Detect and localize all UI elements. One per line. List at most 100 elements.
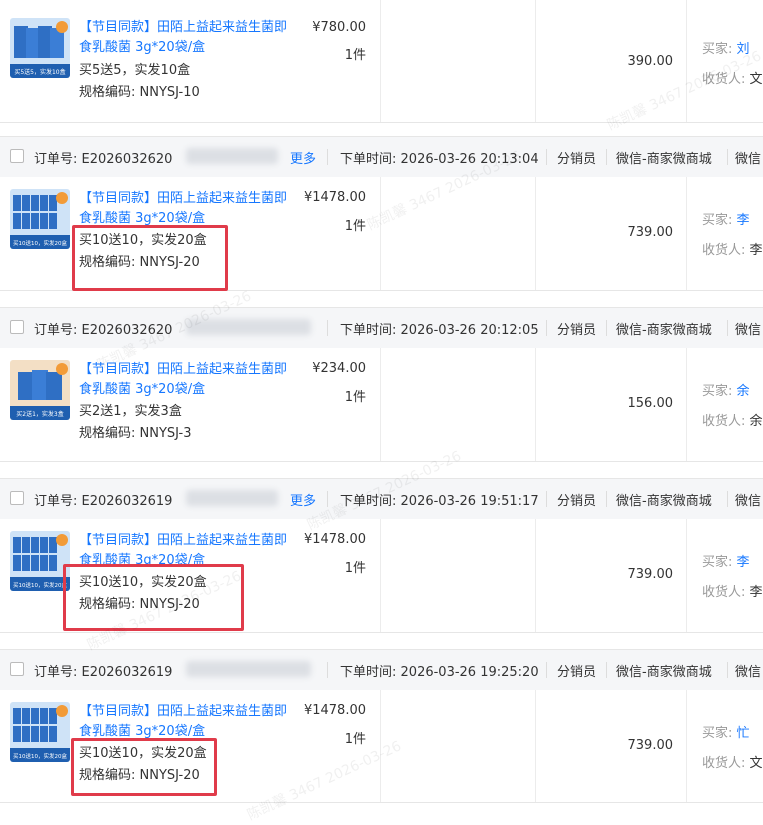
separator — [546, 491, 547, 507]
product-thumbnail[interactable]: 买2送1，实发3盒 — [10, 360, 70, 420]
quantity: 1件 — [344, 48, 366, 63]
buyer-link[interactable]: 余 — [737, 384, 750, 399]
order-header: 订单号: E2026032620 更多 下单时间: 2026-03-26 20:… — [0, 136, 763, 178]
separator — [727, 491, 728, 507]
more-link[interactable]: 更多 — [290, 490, 316, 509]
highlight-box — [72, 225, 228, 291]
product-image-icon: 买10送10，实发20盒 — [10, 189, 70, 249]
receiver-info: 收货人: 李 — [702, 243, 763, 258]
quantity: 1件 — [344, 561, 366, 576]
buyer-info: 买家: 刘 — [702, 42, 750, 57]
unit-price: ¥234.00 — [312, 361, 366, 376]
column-divider — [686, 177, 687, 290]
separator — [546, 662, 547, 678]
separator — [606, 491, 607, 507]
order-number: 订单号: E2026032620 — [34, 323, 173, 338]
order-header: 订单号: E2026032619 更多 下单时间: 2026-03-26 19:… — [0, 478, 763, 520]
product-thumbnail[interactable]: 买5送5，实发10盒 — [10, 18, 70, 78]
separator — [327, 491, 328, 507]
order-number: 订单号: E2026032619 — [34, 494, 173, 509]
column-divider — [535, 0, 536, 122]
quantity: 1件 — [344, 390, 366, 405]
separator — [727, 149, 728, 165]
order-amount: 739.00 — [627, 738, 674, 753]
order-body: 买10送10，实发20盒 【节目同款】田陌上益起来益生菌即食乳酸菌 3g*20袋… — [0, 519, 763, 633]
channel-label: 微信-商家微商城 — [616, 494, 712, 509]
order-body: 买10送10，实发20盒 【节目同款】田陌上益起来益生菌即食乳酸菌 3g*20袋… — [0, 690, 763, 803]
order-header: 订单号: E2026032619 下单时间: 2026-03-26 19:25:… — [0, 649, 763, 691]
order-checkbox[interactable] — [10, 491, 24, 505]
order-list: 买5送5，实发10盒 【节目同款】田陌上益起来益生菌即食乳酸菌 3g*20袋/盒… — [0, 0, 763, 824]
thumb-badge: 买5送5，实发10盒 — [14, 68, 65, 76]
product-thumbnail[interactable]: 买10送10，实发20盒 — [10, 189, 70, 249]
quantity: 1件 — [344, 219, 366, 234]
distributor-label: 分销员 — [557, 665, 597, 680]
buyer-link[interactable]: 李 — [737, 213, 750, 228]
buyer-info: 买家: 李 — [702, 213, 750, 228]
separator — [606, 662, 607, 678]
channel-label: 微信-商家微商城 — [616, 323, 712, 338]
separator — [606, 149, 607, 165]
channel-label: 微信-商家微商城 — [616, 152, 712, 167]
order-time: 下单时间: 2026-03-26 20:13:04 — [340, 152, 539, 167]
buyer-link[interactable]: 刘 — [737, 42, 750, 57]
product-image-icon: 买10送10，实发20盒 — [10, 531, 70, 591]
product-title-link[interactable]: 【节目同款】田陌上益起来益生菌即食乳酸菌 3g*20袋/盒 — [79, 189, 294, 229]
order-amount: 156.00 — [627, 396, 674, 411]
order-body: 买10送10，实发20盒 【节目同款】田陌上益起来益生菌即食乳酸菌 3g*20袋… — [0, 177, 763, 291]
order-time: 下单时间: 2026-03-26 19:25:20 — [340, 665, 539, 680]
distributor-label: 分销员 — [557, 494, 597, 509]
separator — [327, 320, 328, 336]
product-image-icon: 买2送1，实发3盒 — [10, 360, 70, 420]
receiver-info: 收货人: 余 — [702, 414, 763, 429]
order-amount: 739.00 — [627, 567, 674, 582]
order-time: 下单时间: 2026-03-26 20:12:05 — [340, 323, 539, 338]
buyer-link[interactable]: 李 — [737, 555, 750, 570]
order-checkbox[interactable] — [10, 320, 24, 334]
separator — [546, 149, 547, 165]
product-image-icon: 买10送10，实发20盒 — [10, 702, 70, 762]
order-time: 下单时间: 2026-03-26 19:51:17 — [340, 494, 539, 509]
product-thumbnail[interactable]: 买10送10，实发20盒 — [10, 531, 70, 591]
spec-code: 规格编码: NNYSJ-3 — [79, 426, 192, 441]
redacted-text — [186, 490, 278, 506]
receiver-info: 收货人: 文 — [702, 72, 763, 87]
column-divider — [380, 0, 381, 122]
product-image-icon: 买5送5，实发10盒 — [10, 18, 70, 78]
thumb-badge: 买10送10，实发20盒 — [13, 581, 67, 589]
more-link[interactable]: 更多 — [290, 148, 316, 167]
column-divider — [535, 690, 536, 802]
channel-label-trunc: 微信 — [735, 494, 762, 509]
column-divider — [535, 177, 536, 290]
column-divider — [686, 348, 687, 461]
column-divider — [380, 177, 381, 290]
buyer-info: 买家: 余 — [702, 384, 750, 399]
product-thumbnail[interactable]: 买10送10，实发20盒 — [10, 702, 70, 762]
distributor-label: 分销员 — [557, 152, 597, 167]
unit-price: ¥1478.00 — [303, 532, 366, 547]
receiver-info: 收货人: 文 — [702, 756, 763, 771]
receiver-info: 收货人: 李 — [702, 585, 763, 600]
separator — [606, 320, 607, 336]
order-checkbox[interactable] — [10, 662, 24, 676]
product-title-link[interactable]: 【节目同款】田陌上益起来益生菌即食乳酸菌 3g*20袋/盒 — [79, 18, 294, 58]
unit-price: ¥1478.00 — [303, 703, 366, 718]
thumb-badge: 买10送10，实发20盒 — [13, 752, 67, 760]
product-title-link[interactable]: 【节目同款】田陌上益起来益生菌即食乳酸菌 3g*20袋/盒 — [79, 360, 294, 400]
column-divider — [686, 690, 687, 802]
channel-label: 微信-商家微商城 — [616, 665, 712, 680]
redacted-text — [186, 319, 311, 335]
separator — [327, 149, 328, 165]
buyer-link[interactable]: 忙 — [737, 726, 750, 741]
order-checkbox[interactable] — [10, 149, 24, 163]
separator — [546, 320, 547, 336]
column-divider — [380, 690, 381, 802]
order-amount: 739.00 — [627, 225, 674, 240]
order-body: 买2送1，实发3盒 【节目同款】田陌上益起来益生菌即食乳酸菌 3g*20袋/盒 … — [0, 348, 763, 462]
order-amount: 390.00 — [627, 54, 674, 69]
product-title-link[interactable]: 【节目同款】田陌上益起来益生菌即食乳酸菌 3g*20袋/盒 — [79, 702, 294, 742]
column-divider — [535, 348, 536, 461]
channel-label-trunc: 微信 — [735, 323, 762, 338]
channel-label-trunc: 微信 — [735, 665, 762, 680]
buyer-info: 买家: 李 — [702, 555, 750, 570]
